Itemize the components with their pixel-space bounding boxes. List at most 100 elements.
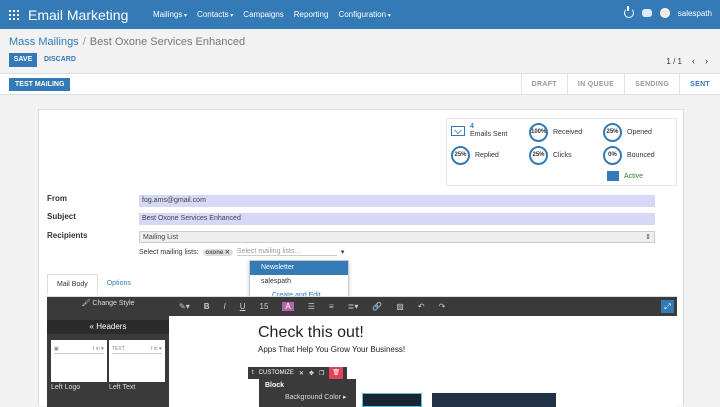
archive-icon: [607, 171, 619, 181]
apps-grid-icon[interactable]: [9, 10, 19, 20]
redo-icon[interactable]: ↷: [439, 302, 446, 311]
headers-label: Headers: [96, 322, 127, 331]
text-icon: t: [252, 370, 254, 376]
menu-mailings[interactable]: Mailings: [153, 10, 187, 19]
style-icon[interactable]: ✎▾: [179, 302, 190, 311]
hero-subtitle[interactable]: Apps That Help You Grow Your Business!: [258, 345, 405, 354]
clicks-label: Clicks: [553, 152, 572, 159]
undo-icon[interactable]: ↶: [418, 302, 425, 311]
image-icon: ▣: [54, 346, 59, 352]
background-color-item[interactable]: Background Color ▸: [259, 392, 356, 402]
font-size-select[interactable]: 15: [260, 302, 269, 311]
app-title: Email Marketing: [28, 7, 129, 23]
tab-mail-body[interactable]: Mail Body: [47, 274, 98, 295]
dropdown-item-newsletter[interactable]: Newsletter: [250, 261, 348, 275]
ordered-list-icon[interactable]: ≡: [329, 302, 334, 311]
thumb-header-bar: ▣ f in ♥: [54, 346, 104, 354]
mailing-list-tag[interactable]: oxone ✕: [202, 248, 233, 256]
pager-next-icon[interactable]: ›: [705, 56, 708, 66]
align-icon[interactable]: ≣▾: [348, 302, 359, 311]
dropdown-item-salespath[interactable]: salespath: [250, 275, 348, 289]
opened-label: Opened: [627, 129, 652, 136]
delete-icon[interactable]: 🗑: [329, 367, 343, 379]
clicks-ring: 25%: [529, 146, 548, 165]
clone-icon[interactable]: ❐: [319, 370, 324, 377]
remove-tag-icon[interactable]: ✕: [225, 250, 230, 256]
recipients-select[interactable]: Mailing List: [139, 231, 655, 244]
stage-sent[interactable]: SENT: [679, 74, 720, 95]
fullscreen-icon[interactable]: ⤢: [661, 300, 674, 313]
chevron-down-icon[interactable]: ▾: [341, 248, 345, 256]
headers-section[interactable]: « Headers: [47, 320, 169, 334]
social-icons: f in ♥: [150, 346, 162, 352]
emails-sent-text: 4 Emails Sent: [470, 123, 507, 138]
change-style-button[interactable]: 🖌 Change Style: [47, 297, 169, 311]
unordered-list-icon[interactable]: ☰: [308, 302, 315, 311]
discard-button[interactable]: DISCARD: [44, 56, 76, 63]
hero-title[interactable]: Check this out!: [258, 324, 364, 342]
recipients-label: Recipients: [47, 231, 88, 240]
email-canvas[interactable]: Check this out! Apps That Help You Grow …: [169, 316, 677, 407]
menu-contacts[interactable]: Contacts: [197, 10, 233, 19]
stat-clicks[interactable]: 25% Clicks: [529, 146, 572, 165]
stat-buttons: 4 Emails Sent 100% Received 25% Opened 2…: [446, 118, 677, 186]
pager-value: 1 / 1: [666, 56, 682, 66]
customize-bar: t CUSTOMIZE ✕ ✥ ❐ 🗑: [248, 367, 347, 379]
stat-bounced[interactable]: 0% Bounced: [603, 146, 655, 165]
stat-active[interactable]: Active: [607, 171, 643, 181]
snippet-left-text[interactable]: TEXT f in ♥: [109, 340, 165, 382]
link-icon[interactable]: 🔗: [372, 302, 382, 311]
breadcrumb-parent[interactable]: Mass Mailings: [9, 36, 79, 48]
snippet-left-logo[interactable]: ▣ f in ♥: [51, 340, 107, 382]
mailing-list-tag-text: oxone: [205, 249, 224, 256]
stage-sending[interactable]: SENDING: [624, 74, 679, 95]
top-navbar: Email Marketing Mailings Contacts Campai…: [0, 0, 720, 29]
bounced-ring: 0%: [603, 146, 622, 165]
save-button[interactable]: SAVE: [9, 53, 37, 67]
stage-in-queue[interactable]: IN QUEUE: [566, 74, 624, 95]
user-avatar[interactable]: [659, 8, 670, 18]
content-image[interactable]: [362, 393, 422, 407]
thumb-header-bar: TEXT f in ♥: [112, 346, 162, 354]
mailing-lists-input[interactable]: Select mailing lists...: [236, 248, 337, 256]
envelope-icon: [451, 125, 465, 136]
stat-replied[interactable]: 25% Replied: [451, 146, 499, 165]
subject-field[interactable]: Best Oxone Services Enhanced: [139, 213, 655, 225]
snippet-left-text-label: Left Text: [109, 384, 136, 391]
close-icon[interactable]: ✕: [299, 370, 304, 377]
brush-icon: 🖌: [81, 300, 91, 307]
stat-emails-sent[interactable]: 4 Emails Sent: [451, 123, 507, 138]
emails-sent-count: 4: [470, 123, 474, 130]
stage-draft[interactable]: DRAFT: [520, 74, 567, 95]
breadcrumb: Mass Mailings / Best Oxone Services Enhanc…: [9, 36, 245, 48]
move-icon[interactable]: ✥: [309, 370, 314, 377]
font-color-icon[interactable]: A: [282, 302, 294, 311]
user-name[interactable]: salespath: [678, 9, 712, 18]
test-mailing-button[interactable]: TEST MAILING: [9, 78, 71, 91]
background-color-label: Background Color: [285, 394, 342, 401]
chevron-up-icon: «: [89, 322, 94, 331]
main-menu: Mailings Contacts Campaigns Reporting Co…: [153, 10, 391, 19]
chat-icon[interactable]: [641, 9, 652, 17]
breadcrumb-current: Best Oxone Services Enhanced: [89, 36, 246, 48]
pager-prev-icon[interactable]: ‹: [692, 56, 695, 66]
customize-menu: Block Background Color ▸: [259, 379, 356, 407]
customize-button[interactable]: CUSTOMIZE: [259, 370, 294, 376]
thumb-text: TEXT: [112, 346, 125, 352]
menu-reporting[interactable]: Reporting: [294, 10, 329, 19]
stat-received[interactable]: 100% Received: [529, 123, 582, 142]
content-image[interactable]: [432, 393, 556, 407]
change-style-label: Change Style: [92, 300, 135, 307]
underline-icon[interactable]: U: [240, 302, 246, 311]
social-icons: f in ♥: [92, 346, 104, 352]
image-insert-icon[interactable]: ▨: [396, 302, 404, 311]
menu-configuration[interactable]: Configuration: [338, 10, 390, 19]
power-icon[interactable]: [623, 6, 634, 18]
menu-campaigns[interactable]: Campaigns: [243, 10, 283, 19]
status-bar: TEST MAILING DRAFT IN QUEUE SENDING SENT: [0, 74, 720, 95]
tab-options[interactable]: Options: [98, 274, 140, 295]
italic-icon[interactable]: I: [224, 302, 226, 311]
from-field[interactable]: fog.ams@gmail.com: [139, 195, 655, 207]
bold-icon[interactable]: B: [204, 302, 210, 311]
stat-opened[interactable]: 25% Opened: [603, 123, 652, 142]
